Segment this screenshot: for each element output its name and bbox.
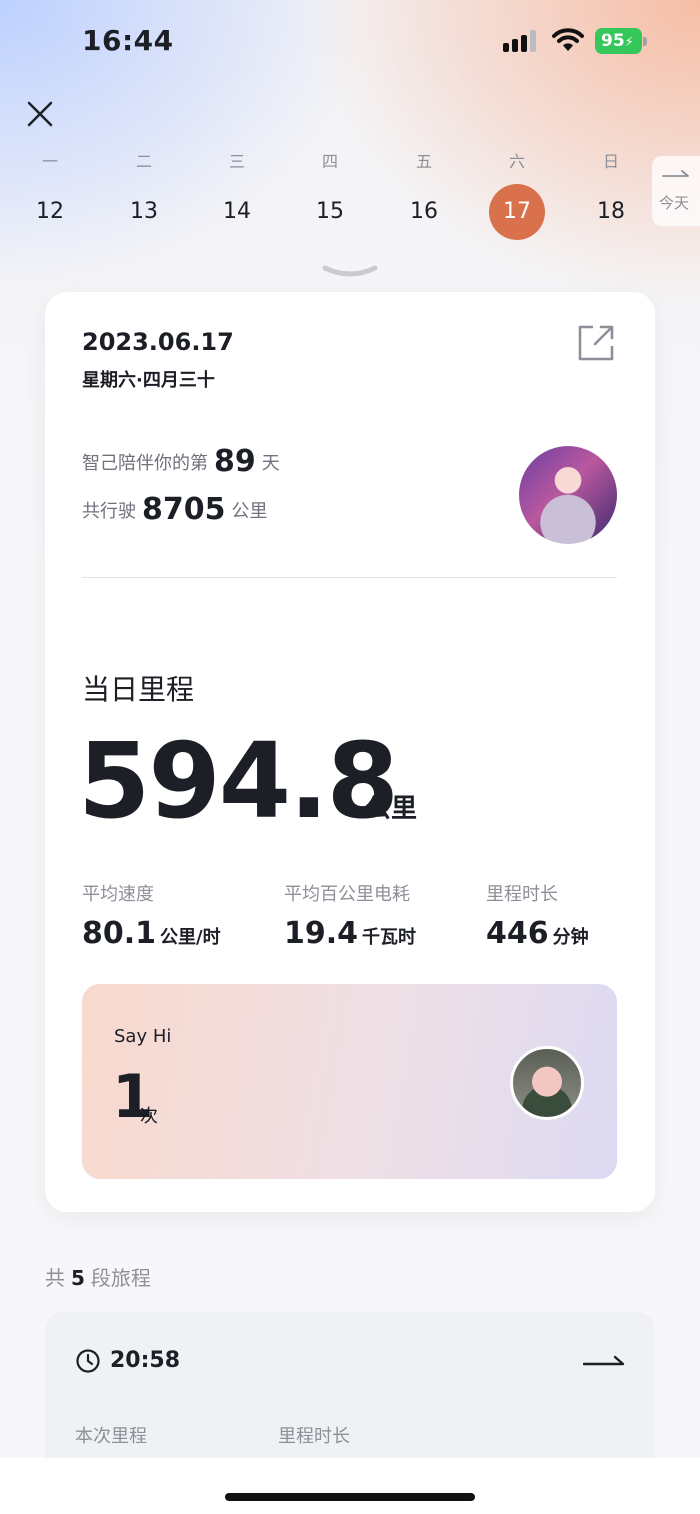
weekday-label: 一	[41, 152, 58, 171]
metric-energy-consumption: 平均百公里电耗 19.4 千瓦时	[284, 880, 416, 951]
daily-mileage-title: 当日里程	[82, 673, 195, 706]
metric-unit: 千瓦时	[362, 927, 417, 948]
total-prefix: 共行驶	[82, 501, 136, 522]
arrow-right-icon	[583, 1355, 625, 1366]
metric-value: 80.1	[82, 916, 157, 951]
daily-mileage-value: 594.8	[78, 720, 399, 842]
weekday-label: 日	[602, 152, 619, 171]
weekday-label: 二	[135, 152, 152, 171]
total-km: 8705	[142, 492, 226, 527]
wifi-icon	[552, 28, 584, 51]
calendar-day[interactable]: 日 18	[581, 150, 641, 240]
metric-driving-duration: 里程时长 446 分钟	[486, 880, 589, 951]
companion-days: 89	[214, 444, 256, 479]
collapse-chevron-icon[interactable]	[322, 264, 378, 282]
status-bar: 16:44 95⚡	[0, 0, 700, 84]
metric-label: 里程时长	[486, 884, 558, 905]
date-number: 15	[316, 199, 344, 224]
weekday-label: 六	[508, 152, 525, 171]
metric-value: 19.4	[284, 916, 359, 951]
today-button[interactable]: 今天	[652, 156, 700, 226]
trip-card[interactable]: 20:58 本次里程 里程时长	[45, 1312, 655, 1458]
home-indicator[interactable]	[225, 1493, 475, 1501]
status-time: 16:44	[82, 24, 174, 57]
calendar-day[interactable]: 三 14	[207, 150, 267, 240]
arrow-right-icon	[662, 170, 689, 177]
clock-icon	[76, 1349, 100, 1373]
calendar-day-selected[interactable]: 六 17	[487, 150, 547, 240]
date-number: 13	[130, 199, 158, 224]
cellular-signal-icon	[503, 30, 541, 52]
metric-label: 平均百公里电耗	[284, 884, 410, 905]
metric-unit: 公里/时	[160, 927, 221, 948]
metric-average-speed: 平均速度 80.1 公里/时	[82, 880, 221, 951]
companion-suffix: 天	[261, 453, 280, 474]
daily-mileage-unit: 公里	[365, 794, 418, 824]
trip-start-time: 20:58	[110, 1348, 181, 1373]
close-icon[interactable]	[22, 96, 58, 132]
summary-date: 2023.06.17	[82, 328, 234, 356]
trips-count: 5	[71, 1266, 85, 1290]
weekday-lunar-date: 星期六·四月三十	[82, 370, 215, 391]
metric-label: 平均速度	[82, 884, 154, 905]
say-hi-card[interactable]: Say Hi 1 次	[82, 984, 617, 1179]
calendar-day[interactable]: 五 16	[394, 150, 454, 240]
date-number: 12	[36, 199, 64, 224]
date-number: 18	[597, 199, 625, 224]
calendar-day[interactable]: 一 12	[20, 150, 80, 240]
calendar-day[interactable]: 二 13	[114, 150, 174, 240]
date-number: 14	[223, 199, 251, 224]
date-number: 16	[410, 199, 438, 224]
trips-prefix: 共	[45, 1266, 65, 1290]
calendar-day[interactable]: 四 15	[300, 150, 360, 240]
say-hi-title: Say Hi	[114, 1026, 172, 1047]
battery-icon: 95⚡	[595, 28, 647, 54]
weekday-label: 三	[228, 152, 245, 171]
today-label: 今天	[659, 194, 690, 212]
avatar[interactable]	[519, 446, 617, 544]
trip-duration-label: 里程时长	[278, 1426, 350, 1447]
weekday-label: 四	[321, 152, 338, 171]
avatar	[510, 1046, 584, 1120]
trip-mileage-label: 本次里程	[75, 1426, 147, 1447]
weekday-label: 五	[415, 152, 432, 171]
trips-suffix: 段旅程	[90, 1266, 151, 1290]
metric-value: 446	[486, 916, 549, 951]
daily-summary-card: 2023.06.17 星期六·四月三十 智己陪伴你的第 89 天 共行驶 8705 公里…	[45, 292, 655, 1212]
metric-unit: 分钟	[552, 927, 589, 948]
companion-prefix: 智己陪伴你的第	[82, 453, 208, 474]
say-hi-unit: 次	[140, 1106, 158, 1127]
battery-level: 95	[601, 31, 625, 51]
divider	[82, 577, 617, 578]
date-number: 17	[489, 184, 545, 240]
companion-days-line: 智己陪伴你的第 89 天	[82, 444, 280, 479]
share-icon[interactable]	[575, 322, 617, 364]
total-distance-line: 共行驶 8705 公里	[82, 492, 268, 527]
trips-count-label: 共 5 段旅程	[45, 1262, 151, 1291]
bottom-bar	[0, 1458, 700, 1514]
total-unit: 公里	[231, 501, 268, 522]
